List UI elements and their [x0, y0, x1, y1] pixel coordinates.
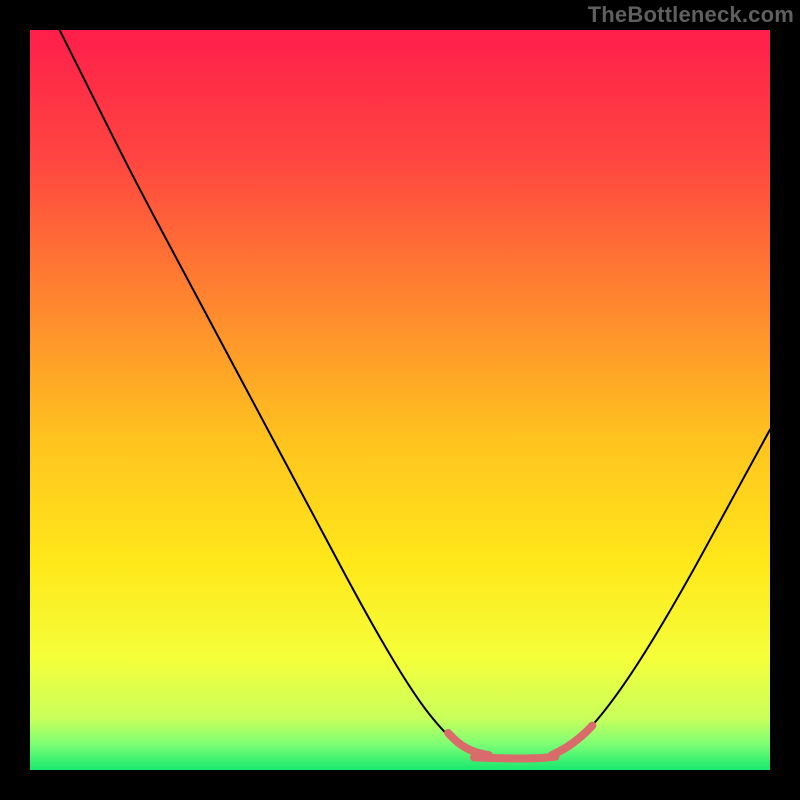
chart-svg [30, 30, 770, 770]
watermark-label: TheBottleneck.com [588, 2, 794, 28]
series-optimal-band-flat [474, 757, 555, 759]
gradient-background [30, 30, 770, 770]
chart-stage: TheBottleneck.com [0, 0, 800, 800]
plot-area [30, 30, 770, 770]
